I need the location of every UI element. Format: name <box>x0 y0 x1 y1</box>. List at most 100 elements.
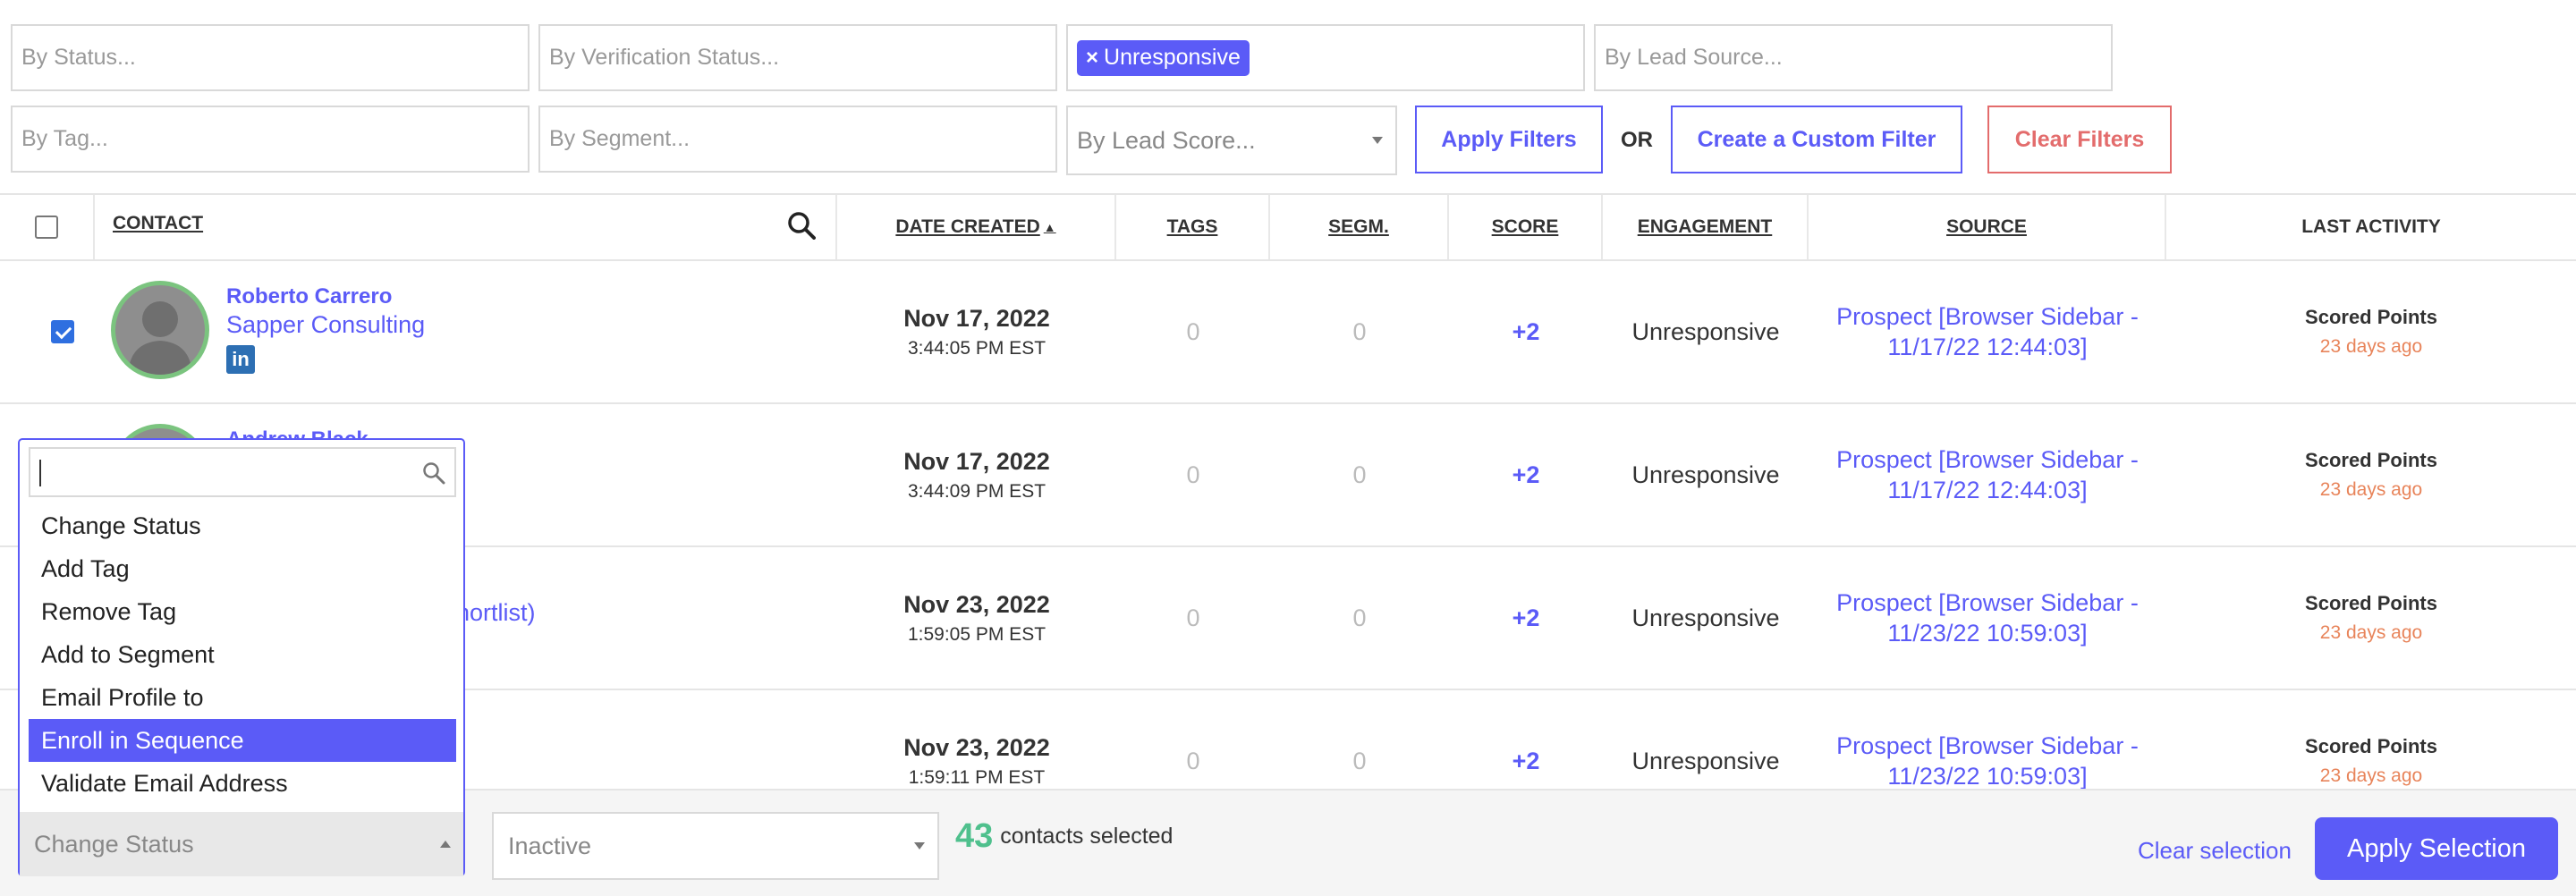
time-created: 3:44:05 PM EST <box>907 337 1046 359</box>
column-score[interactable]: SCORE <box>1449 195 1603 259</box>
lead-score-placeholder: By Lead Score... <box>1077 126 1256 154</box>
activity-cell: Scored Points 23 days ago <box>2166 261 2576 402</box>
tags-cell: 0 <box>1116 547 1270 689</box>
apply-filters-label: Apply Filters <box>1441 126 1577 152</box>
date-created: Nov 23, 2022 <box>903 590 1050 618</box>
column-score-label: SCORE <box>1491 216 1559 237</box>
status-filter-input[interactable]: By Status... <box>11 24 530 91</box>
clear-filters-button[interactable]: Clear Filters <box>1987 106 2172 173</box>
column-tags[interactable]: TAGS <box>1116 195 1270 259</box>
apply-filters-button[interactable]: Apply Filters <box>1415 106 1603 173</box>
text-cursor <box>39 460 41 486</box>
column-engagement-label: ENGAGEMENT <box>1637 216 1773 237</box>
search-icon <box>422 461 445 489</box>
engagement-cell: Unresponsive <box>1603 261 1809 402</box>
dropdown-option[interactable]: Email Profile to <box>29 676 456 719</box>
source-link-line2[interactable]: 11/17/22 12:44:03] <box>1887 475 2087 505</box>
row-checkbox[interactable] <box>51 320 74 343</box>
source-link-line1[interactable]: Prospect [Browser Sidebar - <box>1836 587 2139 618</box>
score-value[interactable]: +2 <box>1513 604 1540 632</box>
action-dropdown: Change Status Add Tag Remove Tag Add to … <box>18 438 465 876</box>
dropdown-option-highlighted[interactable]: Enroll in Sequence <box>29 719 456 762</box>
score-value[interactable]: +2 <box>1513 461 1540 489</box>
engagement-cell: Unresponsive <box>1603 404 1809 545</box>
source-link-line1[interactable]: Prospect [Browser Sidebar - <box>1836 444 2139 475</box>
score-cell: +2 <box>1449 261 1603 402</box>
lead-source-filter-placeholder: By Lead Source... <box>1605 45 1783 70</box>
clear-filters-label: Clear Filters <box>2014 126 2145 152</box>
column-segm[interactable]: SEGM. <box>1270 195 1449 259</box>
date-cell: Nov 17, 2022 3:44:05 PM EST <box>837 261 1116 402</box>
segm-cell: 0 <box>1270 547 1449 689</box>
lead-source-filter-input[interactable]: By Lead Source... <box>1594 24 2113 91</box>
lead-score-select[interactable]: By Lead Score... <box>1066 106 1397 175</box>
column-source[interactable]: SOURCE <box>1809 195 2166 259</box>
create-custom-filter-label: Create a Custom Filter <box>1697 126 1936 152</box>
linkedin-icon[interactable]: in <box>226 345 255 374</box>
create-custom-filter-button[interactable]: Create a Custom Filter <box>1671 106 1962 173</box>
activity-cell: Scored Points 23 days ago <box>2166 404 2576 545</box>
time-created: 3:44:09 PM EST <box>907 480 1046 502</box>
column-tags-label: TAGS <box>1166 216 1218 237</box>
source-link-line1[interactable]: Prospect [Browser Sidebar - <box>1836 731 2139 761</box>
segm-count: 0 <box>1352 317 1367 345</box>
select-all-checkbox[interactable] <box>35 216 58 239</box>
action-select-value: Change Status <box>34 830 194 858</box>
tag-filter-input[interactable]: By Tag... <box>11 106 530 173</box>
activity-time: 23 days ago <box>2319 765 2423 786</box>
close-icon[interactable]: × <box>1086 46 1098 71</box>
contact-name[interactable]: Roberto Carrero <box>226 284 392 309</box>
avatar[interactable] <box>111 281 209 379</box>
segm-count: 0 <box>1352 747 1367 774</box>
column-contact[interactable]: CONTACT <box>95 195 837 259</box>
table-row[interactable]: Roberto Carrero Sapper Consulting in Nov… <box>0 261 2576 404</box>
search-icon[interactable] <box>787 211 816 245</box>
activity-label: Scored Points <box>2305 306 2437 328</box>
dropdown-search-input[interactable] <box>29 447 456 497</box>
apply-selection-label: Apply Selection <box>2347 833 2526 863</box>
apply-selection-button[interactable]: Apply Selection <box>2315 817 2558 880</box>
verification-filter-input[interactable]: By Verification Status... <box>538 24 1057 91</box>
column-date-created[interactable]: DATE CREATED ▲ <box>837 195 1116 259</box>
dropdown-option[interactable]: Add Tag <box>29 547 456 590</box>
tags-cell: 0 <box>1116 404 1270 545</box>
dropdown-option[interactable]: Validate Email Address <box>29 762 456 805</box>
score-value[interactable]: +2 <box>1513 318 1540 346</box>
selected-count-number: 43 <box>955 817 994 855</box>
time-created: 1:59:05 PM EST <box>907 623 1046 645</box>
engagement-value: Unresponsive <box>1631 604 1780 631</box>
activity-time: 23 days ago <box>2319 479 2423 500</box>
source-link-line2[interactable]: 11/23/22 10:59:03] <box>1887 761 2087 791</box>
source-link-line2[interactable]: 11/23/22 10:59:03] <box>1887 618 2087 648</box>
dropdown-option[interactable]: Add to Segment <box>29 633 456 676</box>
engagement-filter-input[interactable]: × Unresponsive <box>1066 24 1585 91</box>
score-value[interactable]: +2 <box>1513 748 1540 775</box>
clear-selection-link[interactable]: Clear selection <box>2138 837 2292 865</box>
column-engagement[interactable]: ENGAGEMENT <box>1603 195 1809 259</box>
tags-count: 0 <box>1186 461 1200 488</box>
tags-cell: 0 <box>1116 261 1270 402</box>
source-link-line1[interactable]: Prospect [Browser Sidebar - <box>1836 301 2139 332</box>
secondary-select[interactable]: Inactive <box>492 812 939 880</box>
chevron-up-icon <box>440 841 451 848</box>
action-select[interactable]: Change Status <box>20 812 463 876</box>
row-select-cell <box>0 261 125 402</box>
engagement-value: Unresponsive <box>1631 747 1780 774</box>
status-filter-placeholder: By Status... <box>21 45 136 70</box>
engagement-chip-label: Unresponsive <box>1104 45 1241 70</box>
dropdown-option[interactable]: Change Status <box>29 504 456 547</box>
column-source-label: SOURCE <box>1946 216 2027 237</box>
tags-count: 0 <box>1186 604 1200 631</box>
contact-company[interactable]: Sapper Consulting <box>226 311 425 339</box>
segment-filter-input[interactable]: By Segment... <box>538 106 1057 173</box>
activity-label: Scored Points <box>2305 449 2437 471</box>
engagement-filter-chip[interactable]: × Unresponsive <box>1077 39 1250 76</box>
time-created: 1:59:11 PM EST <box>908 766 1046 788</box>
chevron-down-icon <box>914 842 925 850</box>
engagement-value: Unresponsive <box>1631 317 1780 345</box>
contact-company[interactable]: hortlist) <box>456 599 536 627</box>
column-last-activity-label: LAST ACTIVITY <box>2301 216 2441 237</box>
source-link-line2[interactable]: 11/17/22 12:44:03] <box>1887 332 2087 362</box>
activity-time: 23 days ago <box>2319 336 2423 357</box>
dropdown-option[interactable]: Remove Tag <box>29 590 456 633</box>
